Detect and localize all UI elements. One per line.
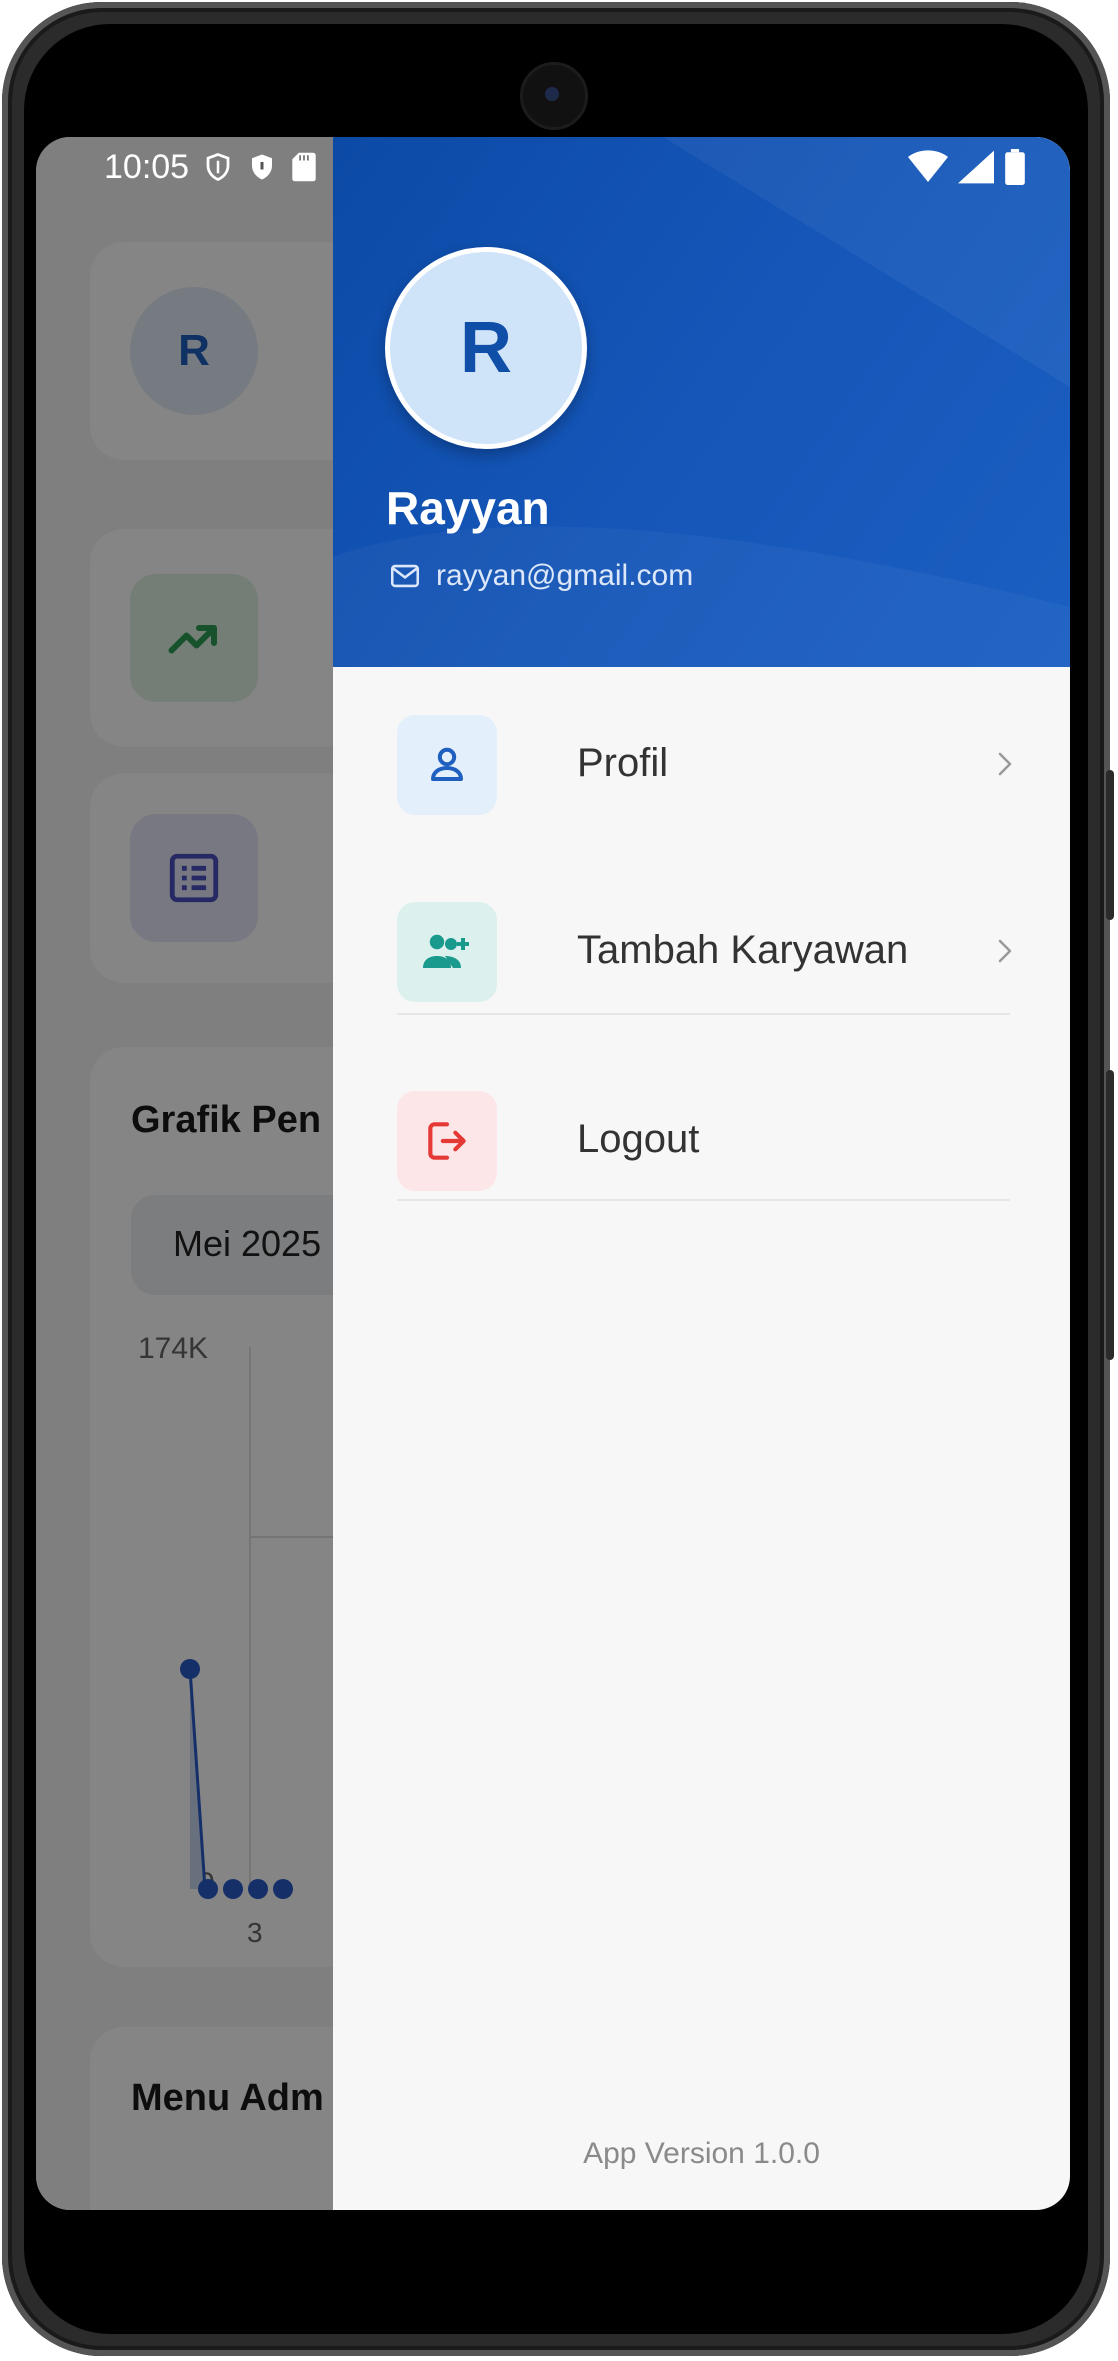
menu-item-label: Tambah Karyawan bbox=[577, 928, 909, 972]
chevron-right-icon bbox=[998, 752, 1012, 776]
logout-icon bbox=[397, 1091, 497, 1191]
user-name: Rayyan bbox=[386, 482, 550, 534]
chevron-right-icon bbox=[998, 939, 1012, 963]
power-button bbox=[1106, 1070, 1114, 1360]
avatar-initial: R bbox=[460, 308, 512, 388]
menu-item-tambah-karyawan[interactable]: Tambah Karyawan bbox=[333, 854, 1070, 1040]
app-version: App Version 1.0.0 bbox=[583, 2137, 820, 2170]
menu-item-label: Logout bbox=[577, 1117, 700, 1161]
drawer-header: R Rayyan rayyan@gmail.com bbox=[333, 137, 1070, 667]
navigation-drawer: R Rayyan rayyan@gmail.com Profil Tambah … bbox=[333, 137, 1070, 2210]
mail-icon bbox=[390, 564, 420, 588]
volume-button bbox=[1106, 770, 1114, 920]
user-email-row: rayyan@gmail.com bbox=[388, 559, 693, 593]
wifi-icon bbox=[908, 150, 948, 182]
status-time: 10:05 bbox=[104, 147, 190, 186]
add-person-icon bbox=[397, 902, 497, 1002]
user-email: rayyan@gmail.com bbox=[436, 559, 694, 592]
shield-icon bbox=[206, 153, 230, 182]
menu-item-logout[interactable]: Logout bbox=[333, 1043, 1070, 1229]
signal-icon bbox=[958, 150, 994, 184]
menu-item-profil[interactable]: Profil bbox=[333, 667, 1070, 853]
person-icon bbox=[397, 715, 497, 815]
front-camera bbox=[520, 62, 588, 130]
status-left: 10:05 bbox=[36, 148, 317, 187]
security-icon bbox=[252, 154, 273, 180]
user-avatar[interactable]: R bbox=[385, 247, 587, 449]
battery-icon bbox=[1005, 149, 1025, 185]
menu-item-label: Profil bbox=[577, 741, 669, 785]
screen: R Ha R To Rp Ju 1 Grafik Pen Mei 2025 17… bbox=[36, 137, 1070, 2210]
status-right bbox=[908, 149, 1070, 185]
status-bar: 10:05 bbox=[36, 137, 1070, 197]
sd-card-icon bbox=[292, 152, 316, 182]
